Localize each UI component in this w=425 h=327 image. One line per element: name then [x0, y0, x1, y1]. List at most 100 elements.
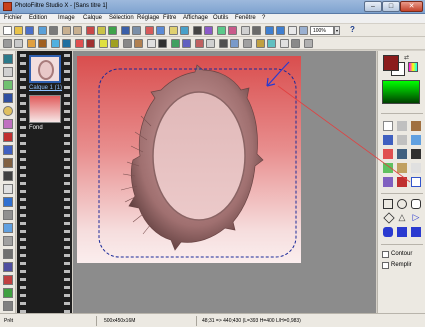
layer-label-fond[interactable]: Fond	[29, 125, 43, 131]
menu-selection[interactable]: Sélection	[109, 15, 134, 21]
layer-thumbnail-calque1[interactable]	[29, 55, 61, 83]
help-icon[interactable]: ?	[350, 25, 355, 34]
menu-calque[interactable]: Calque	[83, 15, 102, 21]
line-tool-icon[interactable]	[383, 135, 393, 145]
color-palette-icon[interactable]	[408, 62, 418, 72]
redo-icon[interactable]	[73, 26, 82, 35]
layer-label-calque1[interactable]: Calque 1 (1)	[29, 85, 62, 91]
actual-size-icon[interactable]	[288, 26, 297, 35]
color-balance-icon[interactable]	[267, 39, 276, 48]
undo-filter-icon[interactable]	[195, 39, 204, 48]
grid-icon[interactable]	[193, 26, 202, 35]
copy-icon[interactable]	[97, 26, 106, 35]
texture-icon[interactable]	[182, 39, 191, 48]
text-icon[interactable]	[280, 39, 289, 48]
brightness-minus-icon[interactable]	[38, 39, 47, 48]
settings-icon[interactable]	[291, 39, 300, 48]
film-icon[interactable]	[3, 210, 13, 220]
cut-icon[interactable]	[86, 26, 95, 35]
save-icon[interactable]	[25, 26, 34, 35]
layer-thumbnail-fond[interactable]	[29, 95, 61, 123]
circle-icon[interactable]	[3, 106, 13, 116]
red-eye-icon[interactable]	[397, 177, 407, 187]
brightness-plus-icon[interactable]	[27, 39, 36, 48]
gamma-minus-icon[interactable]	[110, 39, 119, 48]
advanced-brush-icon[interactable]	[397, 149, 407, 159]
pattern-icon[interactable]	[3, 158, 13, 168]
layer-manager-icon[interactable]	[3, 67, 13, 77]
scan-icon[interactable]	[38, 26, 47, 35]
select-all-icon[interactable]	[241, 26, 250, 35]
frame-tool-icon[interactable]	[3, 171, 13, 181]
maximize-button[interactable]: □	[382, 1, 400, 12]
camera-icon[interactable]	[3, 236, 13, 246]
open-file-icon[interactable]	[14, 26, 23, 35]
blur-tool-icon[interactable]	[383, 163, 393, 173]
spray-icon[interactable]	[411, 135, 421, 145]
swap-colors-icon[interactable]: ⇄	[404, 55, 411, 62]
gradient-icon[interactable]	[256, 39, 265, 48]
menu-reglage[interactable]: Réglage	[137, 15, 159, 21]
triangle-right-shape-icon[interactable]: ▷	[411, 213, 421, 223]
swatches-icon[interactable]	[3, 93, 13, 103]
sharpen-icon[interactable]	[158, 39, 167, 48]
close-button[interactable]: ✕	[400, 1, 423, 12]
diamond-shape-icon[interactable]	[383, 212, 395, 224]
explorer-icon[interactable]	[3, 54, 13, 64]
selection-mask-icon[interactable]	[219, 39, 228, 48]
pen-tool-icon[interactable]	[411, 149, 421, 159]
eraser-icon[interactable]	[411, 163, 421, 173]
menu-affichage[interactable]: Affichage	[183, 15, 208, 21]
fit-window-icon[interactable]	[299, 26, 308, 35]
contrast-plus-icon[interactable]	[51, 39, 60, 48]
shape-selection-tool-icon[interactable]	[411, 177, 421, 187]
pointer-tool-icon[interactable]	[383, 121, 393, 131]
brush-icon[interactable]	[383, 149, 393, 159]
triangle-icon[interactable]	[3, 197, 13, 207]
print-icon[interactable]	[49, 26, 58, 35]
canvas-size-icon[interactable]	[132, 26, 141, 35]
menu-filtre[interactable]: Filtre	[163, 15, 176, 21]
grid-tool-icon[interactable]	[3, 184, 13, 194]
layer-icon[interactable]	[180, 26, 189, 35]
resize-image-icon[interactable]	[121, 26, 130, 35]
pen-icon[interactable]	[3, 275, 13, 285]
new-file-icon[interactable]	[3, 26, 12, 35]
compare-icon[interactable]	[304, 39, 313, 48]
smudge-icon[interactable]	[397, 163, 407, 173]
blur-icon[interactable]	[147, 39, 156, 48]
mask-icon[interactable]	[228, 26, 237, 35]
menu-image[interactable]: Image	[58, 15, 75, 21]
emboss-icon[interactable]	[171, 39, 180, 48]
plugin-icon[interactable]	[243, 39, 252, 48]
foreground-color-swatch[interactable]	[383, 55, 399, 71]
magic-wand-icon[interactable]	[411, 121, 421, 131]
zoom-in-icon[interactable]	[265, 26, 274, 35]
rotate-icon[interactable]	[156, 26, 165, 35]
triangle-up-shape-icon[interactable]: △	[397, 213, 407, 223]
undo-icon[interactable]	[62, 26, 71, 35]
toolbox-icon[interactable]	[3, 301, 13, 311]
paste-icon[interactable]	[108, 26, 117, 35]
fill-bucket-icon[interactable]	[397, 135, 407, 145]
sepia-icon[interactable]	[134, 39, 143, 48]
clone-stamp-icon[interactable]	[383, 177, 393, 187]
zoom-select[interactable]: 100%	[310, 26, 334, 35]
water-icon[interactable]	[3, 223, 13, 233]
zoom-out-icon[interactable]	[276, 26, 285, 35]
color-gradient-picker[interactable]	[382, 80, 420, 104]
automation-icon[interactable]	[230, 39, 239, 48]
effects-icon[interactable]	[204, 26, 213, 35]
rounded-rect-shape-icon[interactable]	[411, 199, 421, 209]
star-icon[interactable]	[3, 132, 13, 142]
history-icon[interactable]	[3, 80, 13, 90]
remplir-checkbox[interactable]	[382, 262, 389, 269]
fade-icon[interactable]	[206, 39, 215, 48]
ellipse-shape-icon[interactable]	[397, 199, 407, 209]
auto-contrast-icon[interactable]	[14, 39, 23, 48]
mask-tool-icon[interactable]	[3, 119, 13, 129]
print-preview-icon[interactable]	[3, 249, 13, 259]
crop-icon[interactable]	[169, 26, 178, 35]
brush-preset-icon[interactable]	[3, 145, 13, 155]
grayscale-icon[interactable]	[123, 39, 132, 48]
